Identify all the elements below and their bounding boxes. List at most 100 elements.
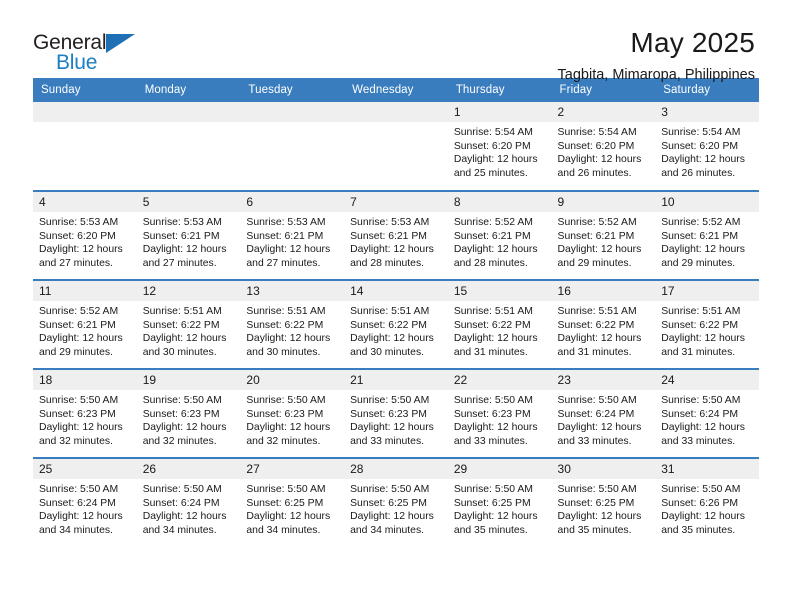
- sunrise-text: Sunrise: 5:51 AM: [142, 306, 222, 317]
- daylight-text-line2: and 30 minutes.: [246, 346, 321, 358]
- day-number: 14: [344, 281, 448, 301]
- sunrise-text: Sunrise: 5:50 AM: [453, 395, 533, 406]
- calendar-day-cell[interactable]: 5 Sunrise: 5:53 AM Sunset: 6:21 PM Daylight…: [136, 190, 241, 280]
- daylight-text-line2: and 35 minutes.: [661, 524, 736, 536]
- daylight-text-line2: and 26 minutes.: [557, 167, 632, 179]
- day-details: Sunrise: 5:54 AM Sunset: 6:20 PM Daylight:…: [552, 122, 656, 180]
- sunset-text: Sunset: 6:22 PM: [453, 319, 531, 331]
- calendar-cell-empty: [33, 102, 137, 191]
- sunrise-text: Sunrise: 5:53 AM: [142, 217, 222, 228]
- sunset-text: Sunset: 6:25 PM: [453, 497, 531, 509]
- day-number: 7: [344, 192, 448, 212]
- calendar-day-cell[interactable]: 30 Sunrise: 5:50 AM Sunset: 6:25 PM Dayligh…: [551, 457, 656, 547]
- sunset-text: Sunset: 6:23 PM: [39, 408, 116, 420]
- calendar-day-cell[interactable]: 6 Sunrise: 5:53 AM Sunset: 6:21 PM Daylight…: [240, 190, 345, 280]
- daylight-text-line1: Daylight: 12 hours: [453, 333, 538, 345]
- calendar-day-cell[interactable]: 1 Sunrise: 5:54 AM Sunset: 6:20 PM Daylight…: [447, 102, 552, 191]
- calendar-day-cell[interactable]: 10 Sunrise: 5:52 AM Sunset: 6:21 PM Dayligh…: [655, 190, 759, 280]
- calendar-day-cell[interactable]: 19 Sunrise: 5:50 AM Sunset: 6:23 PM Dayligh…: [136, 368, 241, 458]
- sunrise-text: Sunrise: 5:50 AM: [39, 484, 119, 495]
- day-number: [344, 102, 448, 122]
- daylight-text-line2: and 33 minutes.: [350, 435, 425, 447]
- daylight-text-line2: and 28 minutes.: [453, 257, 528, 269]
- calendar-day-cell[interactable]: 7 Sunrise: 5:53 AM Sunset: 6:21 PM Daylight…: [344, 190, 448, 280]
- calendar-day-cell[interactable]: 29 Sunrise: 5:50 AM Sunset: 6:25 PM Dayligh…: [447, 457, 552, 547]
- daylight-text-line1: Daylight: 12 hours: [142, 244, 227, 256]
- weekday-header-thursday: Thursday: [447, 78, 552, 102]
- generalblue-logo[interactable]: General Blue: [33, 26, 153, 74]
- sunset-text: Sunset: 6:21 PM: [142, 230, 220, 242]
- day-details: Sunrise: 5:50 AM Sunset: 6:23 PM Daylight:…: [33, 390, 137, 448]
- daylight-text-line1: Daylight: 12 hours: [142, 511, 227, 523]
- sunset-text: Sunset: 6:20 PM: [661, 140, 739, 152]
- calendar-day-cell[interactable]: 2 Sunrise: 5:54 AM Sunset: 6:20 PM Daylight…: [551, 102, 656, 191]
- calendar-day-cell[interactable]: 11 Sunrise: 5:52 AM Sunset: 6:21 PM Dayligh…: [33, 279, 137, 369]
- sunset-text: Sunset: 6:25 PM: [246, 497, 324, 509]
- day-number: 9: [551, 192, 656, 212]
- day-number: [136, 102, 241, 122]
- daylight-text-line2: and 27 minutes.: [142, 257, 217, 269]
- daylight-text-line2: and 25 minutes.: [453, 167, 528, 179]
- calendar-day-cell[interactable]: 27 Sunrise: 5:50 AM Sunset: 6:25 PM Dayligh…: [240, 457, 345, 547]
- daylight-text-line1: Daylight: 12 hours: [246, 244, 331, 256]
- calendar-day-cell[interactable]: 24 Sunrise: 5:50 AM Sunset: 6:24 PM Dayligh…: [655, 368, 759, 458]
- day-details: Sunrise: 5:52 AM Sunset: 6:21 PM Daylight:…: [655, 212, 759, 270]
- sunset-text: Sunset: 6:25 PM: [350, 497, 427, 509]
- day-details: Sunrise: 5:51 AM Sunset: 6:22 PM Daylight:…: [448, 301, 552, 359]
- daylight-text-line1: Daylight: 12 hours: [661, 333, 745, 345]
- day-number: 21: [344, 370, 448, 390]
- day-number: 1: [447, 102, 552, 122]
- calendar-week-row: 25 Sunrise: 5:50 AM Sunset: 6:24 PM Dayligh…: [33, 457, 759, 547]
- sunset-text: Sunset: 6:26 PM: [661, 497, 739, 509]
- sunset-text: Sunset: 6:24 PM: [39, 497, 116, 509]
- calendar-day-cell[interactable]: 28 Sunrise: 5:50 AM Sunset: 6:25 PM Dayligh…: [344, 457, 448, 547]
- calendar-day-cell[interactable]: 14 Sunrise: 5:51 AM Sunset: 6:22 PM Dayligh…: [344, 279, 448, 369]
- daylight-text-line2: and 32 minutes.: [142, 435, 217, 447]
- calendar-day-cell[interactable]: 13 Sunrise: 5:51 AM Sunset: 6:22 PM Dayligh…: [240, 279, 345, 369]
- calendar-day-cell[interactable]: 12 Sunrise: 5:51 AM Sunset: 6:22 PM Dayligh…: [136, 279, 241, 369]
- day-number: 31: [655, 459, 759, 479]
- calendar-day-cell[interactable]: 21 Sunrise: 5:50 AM Sunset: 6:23 PM Dayligh…: [344, 368, 448, 458]
- sunset-text: Sunset: 6:20 PM: [557, 140, 635, 152]
- logo-text-blue: Blue: [56, 51, 98, 74]
- calendar-body: 1 Sunrise: 5:54 AM Sunset: 6:20 PM Daylight…: [33, 102, 759, 547]
- sunrise-text: Sunrise: 5:51 AM: [350, 306, 430, 317]
- sunrise-text: Sunrise: 5:51 AM: [453, 306, 533, 317]
- weekday-header-monday: Monday: [136, 78, 241, 102]
- daylight-text-line2: and 34 minutes.: [39, 524, 113, 536]
- calendar-day-cell[interactable]: 8 Sunrise: 5:52 AM Sunset: 6:21 PM Daylight…: [447, 190, 552, 280]
- day-details: Sunrise: 5:50 AM Sunset: 6:25 PM Daylight:…: [448, 479, 552, 537]
- calendar-day-cell[interactable]: 26 Sunrise: 5:50 AM Sunset: 6:24 PM Dayligh…: [136, 457, 241, 547]
- calendar-day-cell[interactable]: 4 Sunrise: 5:53 AM Sunset: 6:20 PM Daylight…: [33, 190, 137, 280]
- calendar-container: Sunday Monday Tuesday Wednesday Thursday…: [0, 78, 792, 547]
- sunrise-text: Sunrise: 5:50 AM: [246, 395, 326, 406]
- calendar-day-cell[interactable]: 9 Sunrise: 5:52 AM Sunset: 6:21 PM Daylight…: [551, 190, 656, 280]
- calendar-day-cell[interactable]: 15 Sunrise: 5:51 AM Sunset: 6:22 PM Dayligh…: [447, 279, 552, 369]
- day-details: Sunrise: 5:53 AM Sunset: 6:21 PM Daylight:…: [137, 212, 241, 270]
- calendar-day-cell[interactable]: 17 Sunrise: 5:51 AM Sunset: 6:22 PM Dayligh…: [655, 279, 759, 369]
- calendar-cell-empty: [344, 102, 448, 191]
- calendar-page: General Blue May 2025 Tagbita, Mimaropa,…: [0, 0, 792, 612]
- sunrise-text: Sunrise: 5:50 AM: [453, 484, 533, 495]
- calendar-day-cell[interactable]: 22 Sunrise: 5:50 AM Sunset: 6:23 PM Dayligh…: [447, 368, 552, 458]
- daylight-text-line2: and 31 minutes.: [557, 346, 632, 358]
- sunrise-text: Sunrise: 5:50 AM: [350, 484, 430, 495]
- sunrise-text: Sunrise: 5:52 AM: [557, 217, 637, 228]
- calendar-day-cell[interactable]: 31 Sunrise: 5:50 AM Sunset: 6:26 PM Dayligh…: [655, 457, 759, 547]
- calendar-day-cell[interactable]: 25 Sunrise: 5:50 AM Sunset: 6:24 PM Dayligh…: [33, 457, 137, 547]
- daylight-text-line1: Daylight: 12 hours: [557, 333, 642, 345]
- calendar-table: Sunday Monday Tuesday Wednesday Thursday…: [33, 78, 759, 547]
- sunset-text: Sunset: 6:22 PM: [142, 319, 220, 331]
- day-number: 30: [551, 459, 656, 479]
- daylight-text-line2: and 29 minutes.: [39, 346, 113, 358]
- day-number: 28: [344, 459, 448, 479]
- calendar-day-cell[interactable]: 20 Sunrise: 5:50 AM Sunset: 6:23 PM Dayligh…: [240, 368, 345, 458]
- calendar-day-cell[interactable]: 16 Sunrise: 5:51 AM Sunset: 6:22 PM Dayligh…: [551, 279, 656, 369]
- day-details: Sunrise: 5:53 AM Sunset: 6:21 PM Daylight:…: [344, 212, 448, 270]
- calendar-day-cell[interactable]: 18 Sunrise: 5:50 AM Sunset: 6:23 PM Dayligh…: [33, 368, 137, 458]
- sunset-text: Sunset: 6:20 PM: [39, 230, 116, 242]
- calendar-day-cell[interactable]: 3 Sunrise: 5:54 AM Sunset: 6:20 PM Daylight…: [655, 102, 759, 191]
- day-number: 10: [655, 192, 759, 212]
- daylight-text-line1: Daylight: 12 hours: [661, 422, 745, 434]
- calendar-day-cell[interactable]: 23 Sunrise: 5:50 AM Sunset: 6:24 PM Dayligh…: [551, 368, 656, 458]
